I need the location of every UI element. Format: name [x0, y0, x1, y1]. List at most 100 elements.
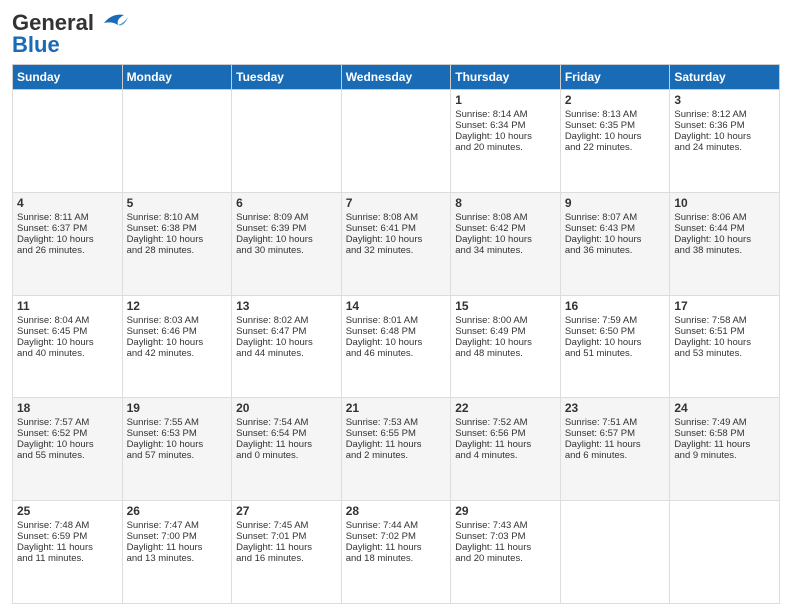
day-number: 1 [455, 93, 556, 107]
day-info: Sunset: 6:36 PM [674, 120, 775, 131]
day-info: Daylight: 10 hours [346, 234, 447, 245]
day-info: and 53 minutes. [674, 348, 775, 359]
day-info: Sunrise: 7:49 AM [674, 417, 775, 428]
day-info: Sunset: 6:46 PM [127, 326, 228, 337]
day-info: Sunset: 6:50 PM [565, 326, 666, 337]
table-row: 18Sunrise: 7:57 AMSunset: 6:52 PMDayligh… [13, 398, 123, 501]
table-row [13, 90, 123, 193]
day-info: Daylight: 11 hours [236, 439, 337, 450]
day-info: Daylight: 11 hours [236, 542, 337, 553]
day-info: Sunrise: 7:58 AM [674, 315, 775, 326]
table-row: 29Sunrise: 7:43 AMSunset: 7:03 PMDayligh… [451, 501, 561, 604]
day-number: 28 [346, 504, 447, 518]
day-info: and 11 minutes. [17, 553, 118, 564]
day-info: and 32 minutes. [346, 245, 447, 256]
day-info: and 26 minutes. [17, 245, 118, 256]
day-info: and 42 minutes. [127, 348, 228, 359]
day-number: 2 [565, 93, 666, 107]
day-info: Sunrise: 8:01 AM [346, 315, 447, 326]
day-info: Sunset: 7:01 PM [236, 531, 337, 542]
day-info: and 30 minutes. [236, 245, 337, 256]
day-info: Sunrise: 7:52 AM [455, 417, 556, 428]
day-info: and 40 minutes. [17, 348, 118, 359]
table-row: 13Sunrise: 8:02 AMSunset: 6:47 PMDayligh… [232, 295, 342, 398]
day-info: Daylight: 10 hours [236, 337, 337, 348]
day-info: Daylight: 10 hours [346, 337, 447, 348]
table-row: 6Sunrise: 8:09 AMSunset: 6:39 PMDaylight… [232, 192, 342, 295]
day-info: Sunset: 6:58 PM [674, 428, 775, 439]
table-row: 12Sunrise: 8:03 AMSunset: 6:46 PMDayligh… [122, 295, 232, 398]
day-number: 21 [346, 401, 447, 415]
day-info: Sunrise: 7:51 AM [565, 417, 666, 428]
page: General Blue Sunday Monday Tuesday Wedne… [0, 0, 792, 612]
day-info: and 28 minutes. [127, 245, 228, 256]
table-row: 8Sunrise: 8:08 AMSunset: 6:42 PMDaylight… [451, 192, 561, 295]
day-info: Daylight: 10 hours [674, 337, 775, 348]
day-info: Sunset: 6:47 PM [236, 326, 337, 337]
day-info: Daylight: 10 hours [17, 234, 118, 245]
calendar-week-row: 11Sunrise: 8:04 AMSunset: 6:45 PMDayligh… [13, 295, 780, 398]
table-row [670, 501, 780, 604]
day-info: and 18 minutes. [346, 553, 447, 564]
day-info: and 57 minutes. [127, 450, 228, 461]
day-info: Sunset: 6:44 PM [674, 223, 775, 234]
day-info: Daylight: 11 hours [455, 542, 556, 553]
col-monday: Monday [122, 65, 232, 90]
day-info: Sunrise: 8:04 AM [17, 315, 118, 326]
day-info: Sunrise: 8:12 AM [674, 109, 775, 120]
calendar-header-row: Sunday Monday Tuesday Wednesday Thursday… [13, 65, 780, 90]
table-row: 26Sunrise: 7:47 AMSunset: 7:00 PMDayligh… [122, 501, 232, 604]
day-number: 26 [127, 504, 228, 518]
table-row: 14Sunrise: 8:01 AMSunset: 6:48 PMDayligh… [341, 295, 451, 398]
day-info: Sunrise: 7:47 AM [127, 520, 228, 531]
day-number: 25 [17, 504, 118, 518]
day-number: 13 [236, 299, 337, 313]
calendar-week-row: 4Sunrise: 8:11 AMSunset: 6:37 PMDaylight… [13, 192, 780, 295]
day-info: Sunset: 6:43 PM [565, 223, 666, 234]
day-info: Sunset: 6:42 PM [455, 223, 556, 234]
day-info: and 22 minutes. [565, 142, 666, 153]
day-info: and 34 minutes. [455, 245, 556, 256]
col-thursday: Thursday [451, 65, 561, 90]
day-info: and 38 minutes. [674, 245, 775, 256]
day-info: Sunrise: 8:08 AM [346, 212, 447, 223]
table-row: 16 Sunrise: 7:59 AMSunset: 6:50 PMDayligh… [560, 295, 670, 398]
day-info: and 13 minutes. [127, 553, 228, 564]
table-row: 28Sunrise: 7:44 AMSunset: 7:02 PMDayligh… [341, 501, 451, 604]
day-info: Sunrise: 7:43 AM [455, 520, 556, 531]
day-info: Sunrise: 7:44 AM [346, 520, 447, 531]
day-info: Sunset: 6:51 PM [674, 326, 775, 337]
day-info: Sunset: 6:59 PM [17, 531, 118, 542]
table-row: 5Sunrise: 8:10 AMSunset: 6:38 PMDaylight… [122, 192, 232, 295]
day-info: Sunrise: 8:06 AM [674, 212, 775, 223]
day-info: Daylight: 10 hours [127, 234, 228, 245]
day-info: Sunset: 6:56 PM [455, 428, 556, 439]
day-info: Sunset: 6:38 PM [127, 223, 228, 234]
day-number: 22 [455, 401, 556, 415]
logo: General Blue [12, 10, 128, 58]
day-info: Sunset: 6:53 PM [127, 428, 228, 439]
day-info: Sunset: 6:57 PM [565, 428, 666, 439]
table-row: 21Sunrise: 7:53 AMSunset: 6:55 PMDayligh… [341, 398, 451, 501]
day-info: Daylight: 11 hours [17, 542, 118, 553]
day-info: Daylight: 11 hours [674, 439, 775, 450]
day-info: Sunrise: 8:00 AM [455, 315, 556, 326]
day-number: 16 [565, 299, 666, 313]
table-row [232, 90, 342, 193]
day-info: Daylight: 11 hours [346, 542, 447, 553]
table-row: 4Sunrise: 8:11 AMSunset: 6:37 PMDaylight… [13, 192, 123, 295]
table-row: 27Sunrise: 7:45 AMSunset: 7:01 PMDayligh… [232, 501, 342, 604]
day-info: Daylight: 10 hours [127, 439, 228, 450]
day-info: Daylight: 10 hours [455, 131, 556, 142]
day-info: and 20 minutes. [455, 553, 556, 564]
calendar: Sunday Monday Tuesday Wednesday Thursday… [12, 64, 780, 604]
table-row: 3Sunrise: 8:12 AMSunset: 6:36 PMDaylight… [670, 90, 780, 193]
day-info: and 2 minutes. [346, 450, 447, 461]
day-info: Sunrise: 7:59 AM [565, 315, 666, 326]
calendar-week-row: 18Sunrise: 7:57 AMSunset: 6:52 PMDayligh… [13, 398, 780, 501]
day-info: and 48 minutes. [455, 348, 556, 359]
day-number: 10 [674, 196, 775, 210]
day-number: 4 [17, 196, 118, 210]
day-info: Daylight: 10 hours [565, 337, 666, 348]
logo-bird-icon [96, 11, 128, 35]
